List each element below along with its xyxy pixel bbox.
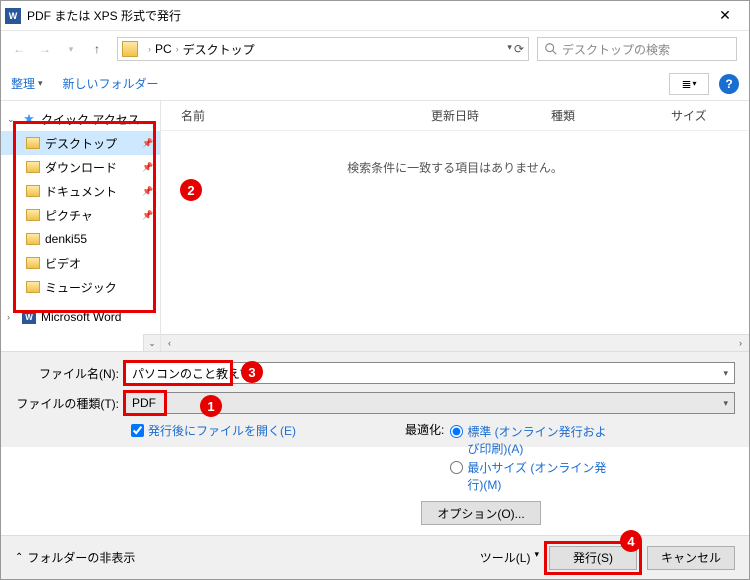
radio-standard[interactable] (450, 425, 463, 438)
collapse-icon[interactable]: ⌄ (7, 114, 17, 125)
filename-dropdown-icon[interactable]: ▾ (723, 368, 728, 379)
chevron-right-icon: › (148, 44, 151, 54)
filetype-select[interactable]: PDF ▾ (125, 392, 735, 414)
column-date[interactable]: 更新日時 (431, 107, 551, 124)
pin-icon: 📌 (142, 186, 154, 197)
scroll-left-icon[interactable]: ‹ (161, 335, 178, 352)
view-button[interactable]: ≣ ▾ (669, 73, 709, 95)
search-input[interactable]: デスクトップの検索 (537, 37, 737, 61)
filetype-label: ファイルの種類(T): (15, 395, 125, 412)
search-placeholder: デスクトップの検索 (562, 41, 670, 58)
column-type[interactable]: 種類 (551, 107, 671, 124)
forward-button[interactable]: → (33, 37, 57, 61)
tree-quick-access[interactable]: ⌄ ★ クイック アクセス (1, 107, 160, 131)
folder-icon (26, 257, 40, 269)
folder-icon (26, 137, 40, 149)
window-title: PDF または XPS 形式で発行 (27, 7, 705, 24)
optimize-minsize-radio[interactable]: 最小サイズ (オンライン発行)(M) (450, 459, 617, 493)
empty-message: 検索条件に一致する項目はありません。 (161, 159, 749, 176)
hide-folders-button[interactable]: ⌃ フォルダーの非表示 (15, 549, 135, 566)
breadcrumb-pc[interactable]: PC (155, 42, 172, 56)
folder-icon (26, 161, 40, 173)
up-button[interactable]: ↑ (85, 37, 109, 61)
open-after-check[interactable] (131, 424, 144, 437)
organize-menu[interactable]: 整理▾ (11, 75, 43, 92)
recent-dropdown[interactable]: ▾ (59, 37, 83, 61)
chevron-right-icon: › (176, 44, 179, 54)
tree-item-desktop[interactable]: デスクトップ📌 (1, 131, 160, 155)
filetype-dropdown-icon[interactable]: ▾ (723, 398, 728, 409)
folder-icon (26, 233, 40, 245)
folder-icon (122, 41, 138, 57)
address-bar[interactable]: › PC › デスクトップ ▾ ⟳ (117, 37, 529, 61)
pin-icon: 📌 (142, 138, 154, 149)
expand-icon[interactable]: › (7, 312, 17, 322)
column-name[interactable]: 名前 (181, 107, 431, 124)
tree-item-documents[interactable]: ドキュメント📌 (1, 179, 160, 203)
filename-input[interactable]: パソコンのこと教えて ▾ (125, 362, 735, 384)
new-folder-button[interactable]: 新しいフォルダー (63, 75, 159, 92)
scroll-right-icon[interactable]: › (732, 335, 749, 352)
optimize-standard-radio[interactable]: 標準 (オンライン発行および印刷)(A) (450, 423, 617, 457)
word-app-icon: W (5, 8, 21, 24)
tree-item-denki55[interactable]: denki55 (1, 227, 160, 251)
tree-item-pictures[interactable]: ピクチャ📌 (1, 203, 160, 227)
close-button[interactable]: ✕ (705, 1, 745, 31)
tree-scroll-down[interactable]: ⌄ (143, 334, 160, 351)
publish-button[interactable]: 発行(S) (549, 546, 637, 570)
column-size[interactable]: サイズ (671, 107, 731, 124)
tool-menu[interactable]: ツール(L)▾ (480, 549, 539, 566)
pin-icon: 📌 (142, 210, 154, 221)
folder-icon (26, 209, 40, 221)
refresh-icon[interactable]: ⟳ (514, 42, 524, 56)
tree-item-word[interactable]: › W Microsoft Word (1, 305, 160, 329)
search-icon (544, 42, 558, 56)
back-button[interactable]: ← (7, 37, 31, 61)
tree-item-videos[interactable]: ビデオ (1, 251, 160, 275)
column-headers[interactable]: 名前 更新日時 種類 サイズ (161, 101, 749, 131)
address-dropdown-icon[interactable]: ▾ (507, 42, 512, 56)
view-icon: ≣ (681, 77, 690, 91)
options-button[interactable]: オプション(O)... (421, 501, 541, 525)
folder-icon (26, 281, 40, 293)
navigation-tree: ⌄ ★ クイック アクセス デスクトップ📌 ダウンロード📌 ドキュメント📌 ピク… (1, 101, 161, 351)
tree-item-music[interactable]: ミュージック (1, 275, 160, 299)
breadcrumb-desktop[interactable]: デスクトップ (183, 41, 255, 58)
horizontal-scrollbar[interactable]: ‹ › (161, 334, 749, 351)
pin-icon: 📌 (142, 162, 154, 173)
folder-icon (26, 185, 40, 197)
chevron-up-icon: ⌃ (15, 552, 23, 563)
cancel-button[interactable]: キャンセル (647, 546, 735, 570)
tree-item-downloads[interactable]: ダウンロード📌 (1, 155, 160, 179)
help-button[interactable]: ? (719, 74, 739, 94)
radio-minsize[interactable] (450, 461, 463, 474)
filename-label: ファイル名(N): (15, 365, 125, 382)
word-icon: W (22, 310, 36, 324)
star-icon: ★ (21, 111, 37, 127)
optimize-label: 最適化: (405, 421, 444, 493)
